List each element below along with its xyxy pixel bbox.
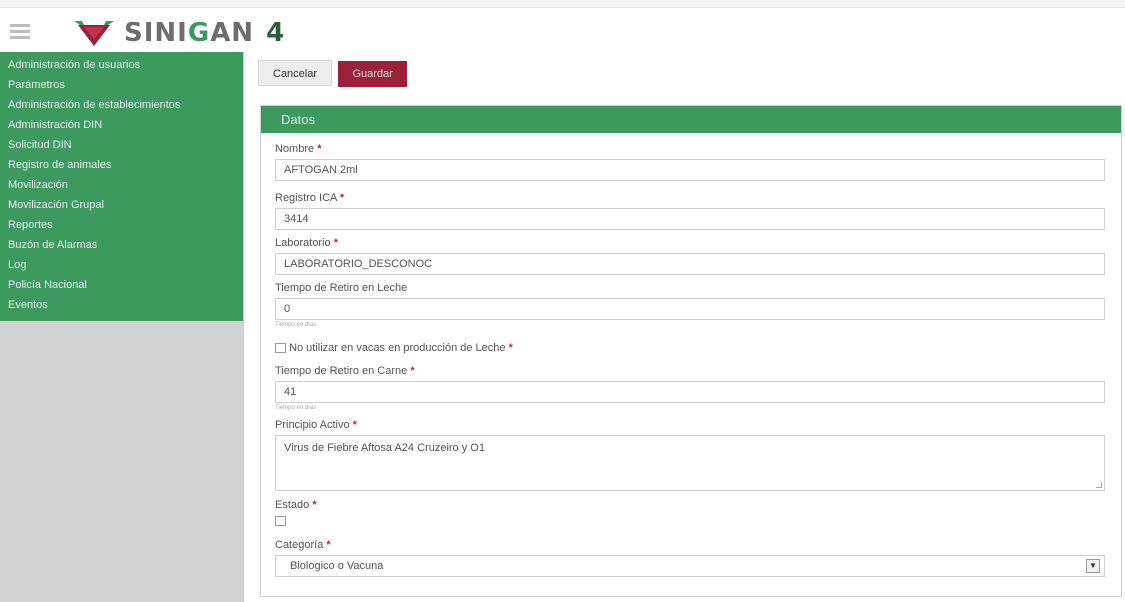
estado-field: Estado * (275, 498, 1105, 530)
estado-label: Estado (275, 499, 310, 511)
no-vacas-field: No utilizar en vacas en producción de Le… (275, 341, 1105, 355)
app-brand[interactable]: SINIGAN 4 (124, 18, 285, 48)
sidebar-item-alarmas[interactable]: Buzón de Alarmas (0, 235, 243, 255)
required-mark: * (326, 539, 331, 551)
categoria-select[interactable]: Biologico o Vacuna ▼ (275, 555, 1105, 577)
sidebar-item-log[interactable]: Log (0, 255, 243, 275)
brand-g: G (187, 18, 211, 48)
categoria-field: Categoría * Biologico o Vacuna ▼ (275, 538, 1105, 577)
sidebar-item-solicitud-din[interactable]: Solicitud DIN (0, 135, 243, 155)
main-content: Cancelar Guardar Datos Nombre * AFTOGAN … (243, 52, 1125, 602)
registro-label: Registro ICA (275, 192, 337, 204)
brand-suffix: AN (210, 18, 255, 48)
datos-panel: Datos Nombre * AFTOGAN 2ml Registro ICA … (260, 105, 1122, 597)
retiro-carne-label: Tiempo de Retiro en Carne (275, 365, 408, 377)
required-mark: * (333, 237, 338, 249)
top-bar: SINIGAN 4 (0, 0, 1125, 52)
sidebar-item-registro-animales[interactable]: Registro de animales (0, 155, 243, 175)
laboratorio-input[interactable]: LABORATORIO_DESCONOC (275, 253, 1105, 275)
required-mark: * (508, 342, 513, 354)
principio-field: Principio Activo * Virus de Fiebre Aftos… (275, 418, 1105, 491)
principio-value: Virus de Fiebre Aftosa A24 Cruzeiro y O1 (284, 442, 485, 454)
sidebar-item-parametros[interactable]: Parámetros (0, 75, 243, 95)
retiro-carne-help: Tiempo en días (275, 405, 317, 411)
registro-field: Registro ICA * 3414 (275, 191, 1105, 230)
sidebar: Administración de usuarios Parámetros Ad… (0, 52, 243, 602)
sidebar-item-usuarios[interactable]: Administración de usuarios (0, 55, 243, 75)
retiro-carne-input[interactable]: 41 (275, 381, 1105, 403)
panel-title: Datos (261, 106, 1121, 133)
principio-textarea[interactable]: Virus de Fiebre Aftosa A24 Cruzeiro y O1 (275, 435, 1105, 491)
categoria-value: Biologico o Vacuna (290, 560, 384, 572)
required-mark: * (317, 143, 322, 155)
required-mark: * (352, 419, 357, 431)
principio-label: Principio Activo (275, 419, 350, 431)
save-button[interactable]: Guardar (338, 61, 407, 87)
chevron-down-icon[interactable]: ▼ (1086, 559, 1100, 573)
retiro-leche-label: Tiempo de Retiro en Leche (275, 282, 408, 294)
browser-strip (0, 0, 1125, 8)
registro-input[interactable]: 3414 (275, 208, 1105, 230)
retiro-carne-field: Tiempo de Retiro en Carne * 41 Tiempo en… (275, 364, 1105, 411)
sidebar-item-admin-din[interactable]: Administración DIN (0, 115, 243, 135)
bull-logo-icon (74, 21, 114, 46)
sidebar-item-reportes[interactable]: Reportes (0, 215, 243, 235)
nombre-label: Nombre (275, 143, 315, 155)
nombre-field: Nombre * AFTOGAN 2ml (275, 142, 1105, 181)
required-mark: * (410, 365, 415, 377)
categoria-label: Categoría (275, 539, 324, 551)
form-toolbar: Cancelar Guardar (258, 60, 407, 87)
sidebar-item-establecimientos[interactable]: Administración de establecimientos (0, 95, 243, 115)
estado-checkbox[interactable] (275, 515, 286, 526)
required-mark: * (312, 499, 317, 511)
nombre-input[interactable]: AFTOGAN 2ml (275, 159, 1105, 181)
sidebar-item-eventos[interactable]: Eventos (0, 295, 243, 315)
required-mark: * (339, 192, 345, 204)
retiro-leche-field: Tiempo de Retiro en Leche 0 Tiempo en dí… (275, 281, 1105, 328)
resize-grip-icon[interactable] (1096, 482, 1102, 488)
app-version: 4 (266, 18, 286, 48)
sidebar-item-policia[interactable]: Policía Nacional (0, 275, 243, 295)
retiro-leche-help: Tiempo en días (275, 322, 317, 328)
brand-prefix: SINI (124, 18, 188, 48)
retiro-leche-input[interactable]: 0 (275, 298, 1105, 320)
sidebar-item-movilizacion[interactable]: Movilización (0, 175, 243, 195)
no-vacas-checkbox[interactable] (275, 343, 286, 354)
cancel-button[interactable]: Cancelar (258, 60, 333, 86)
sidebar-item-movilizacion-grupal[interactable]: Movilización Grupal (0, 195, 243, 215)
laboratorio-label: Laboratorio (275, 237, 331, 249)
laboratorio-field: Laboratorio * LABORATORIO_DESCONOC (275, 236, 1105, 275)
hamburger-icon[interactable] (10, 24, 30, 40)
sidebar-menu: Administración de usuarios Parámetros Ad… (0, 52, 243, 321)
no-vacas-label: No utilizar en vacas en producción de Le… (289, 342, 506, 354)
